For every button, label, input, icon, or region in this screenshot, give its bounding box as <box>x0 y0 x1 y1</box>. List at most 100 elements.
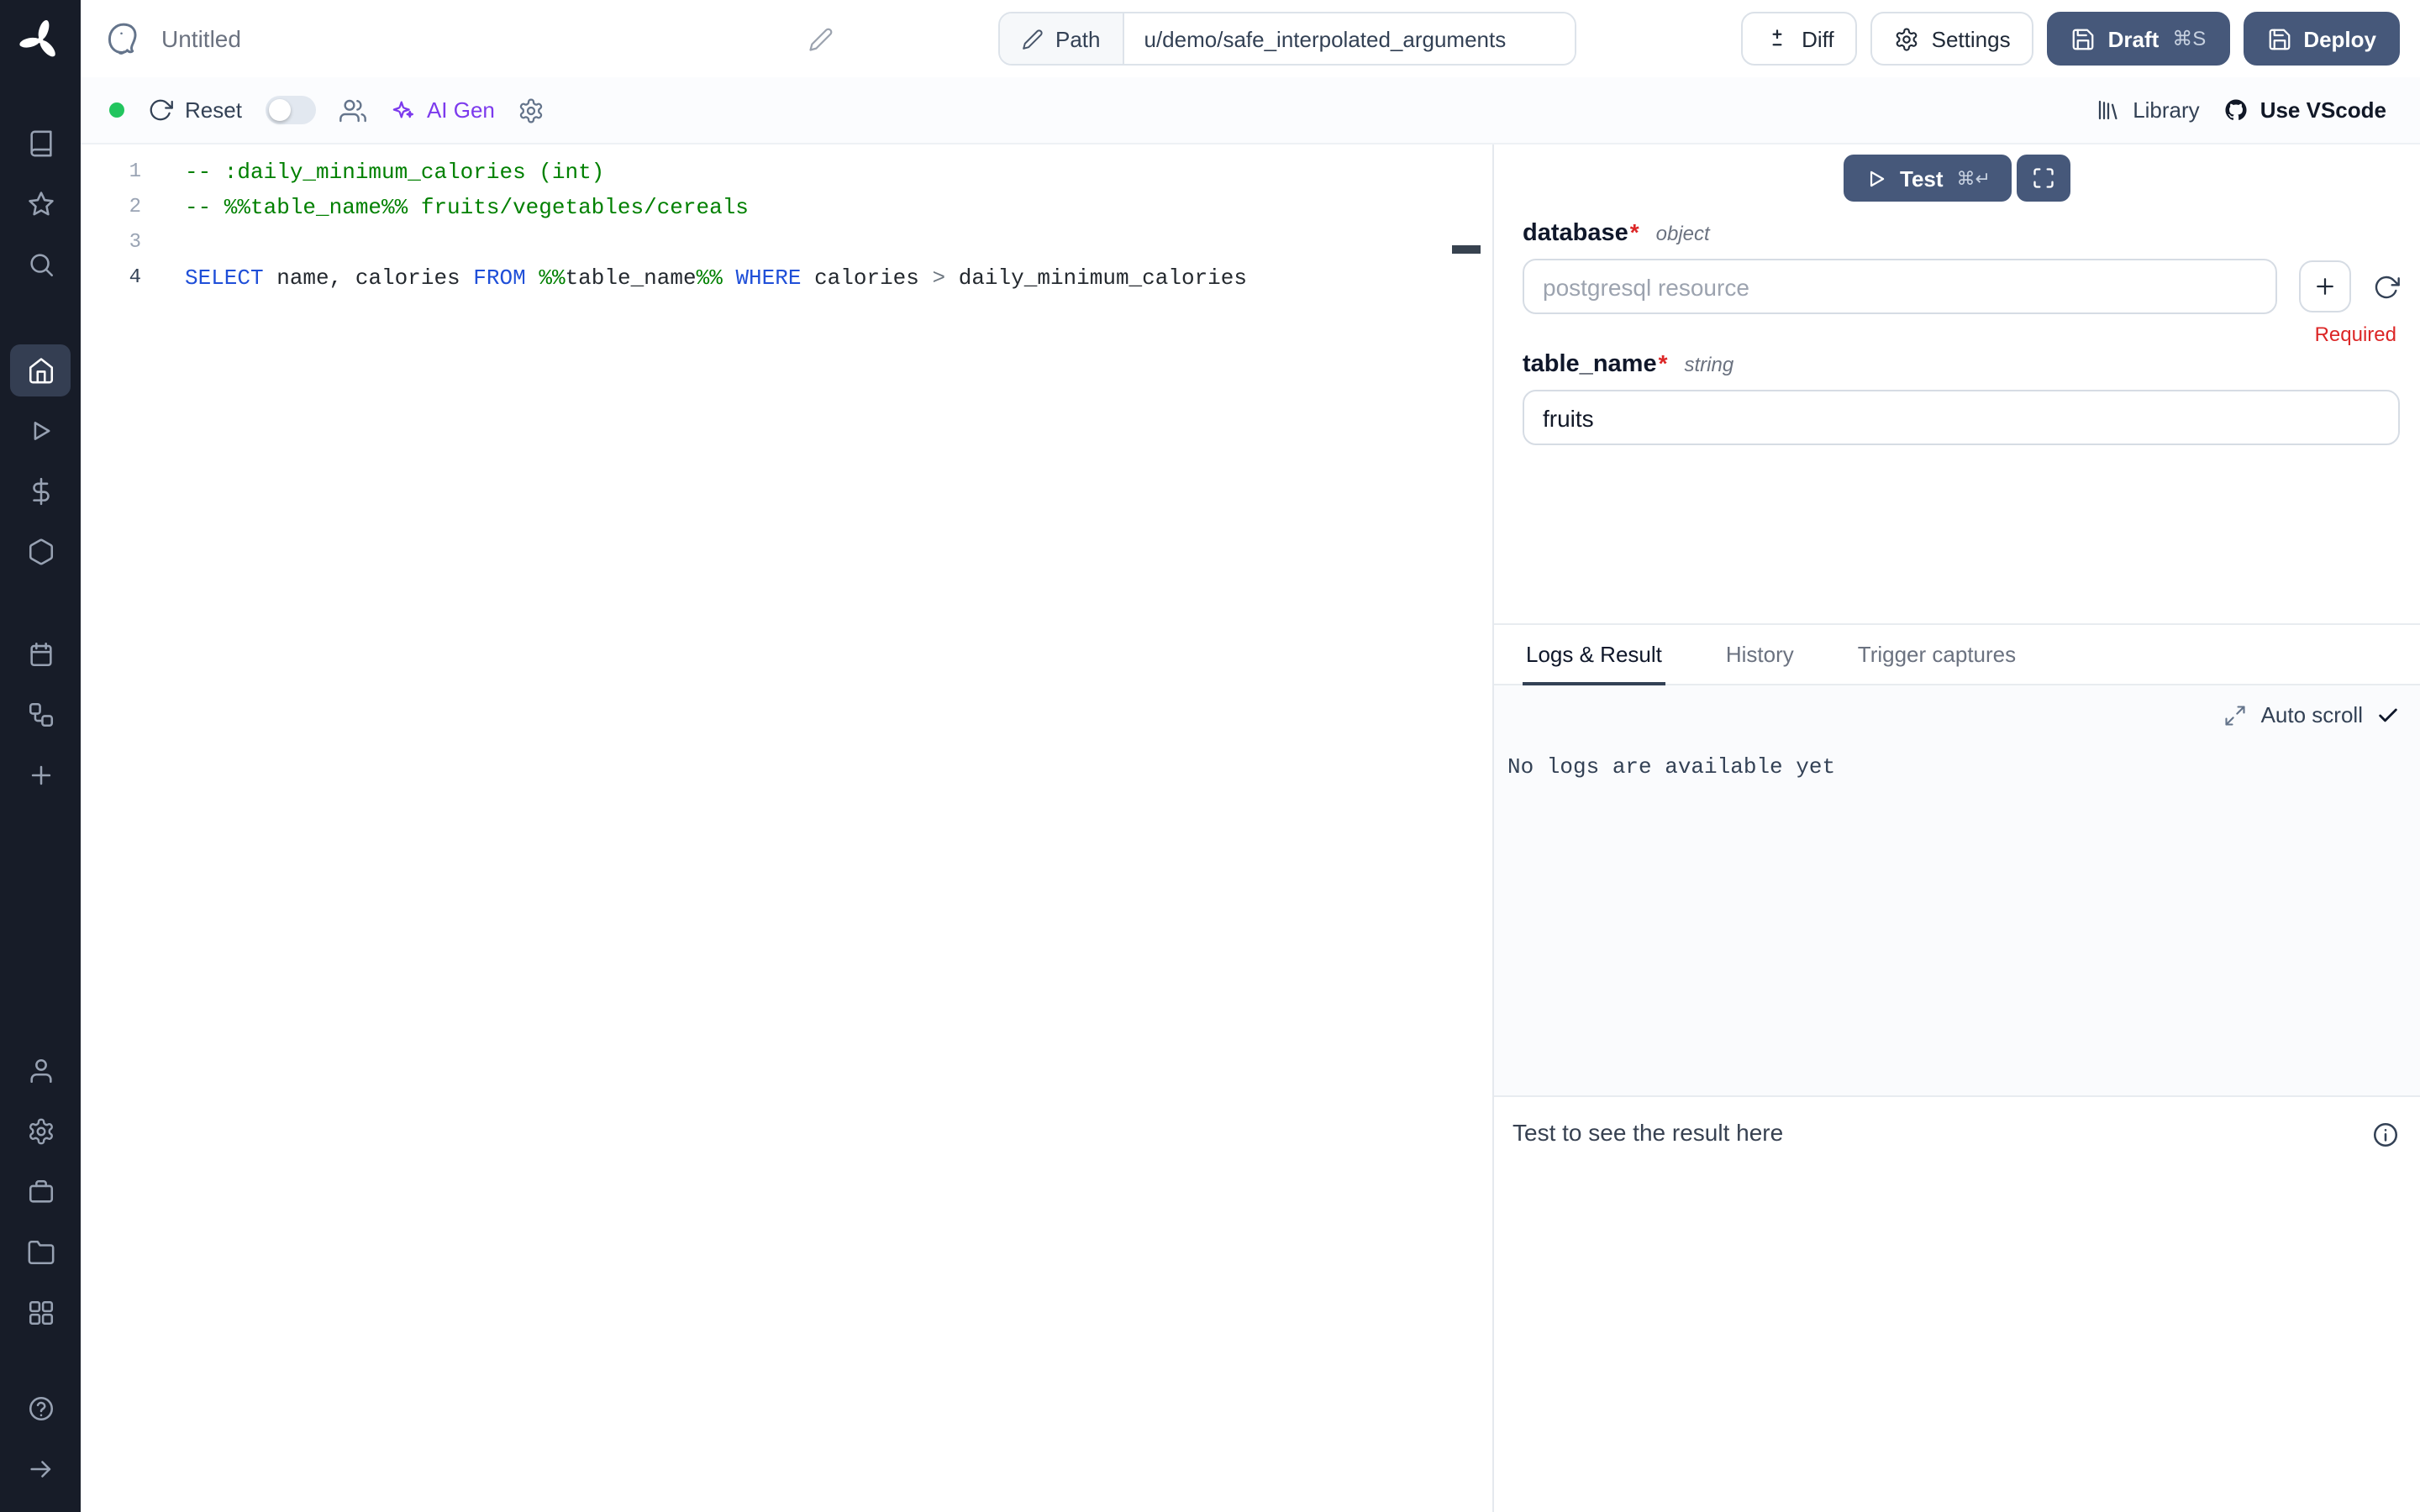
panel-tabs: Logs & Result History Trigger captures <box>1494 623 2420 685</box>
sidebar-item-create[interactable] <box>10 749 71 801</box>
sidebar-item-help[interactable] <box>10 1383 71 1435</box>
diff-label: Diff <box>1802 26 1834 51</box>
required-asterisk: * <box>1659 349 1668 376</box>
reset-button[interactable]: Reset <box>148 97 242 123</box>
sidebar-item-folders[interactable] <box>10 1226 71 1278</box>
line-number: 3 <box>81 225 141 260</box>
line-number-active: 4 <box>81 260 141 296</box>
use-vscode-label: Use VScode <box>2260 97 2386 123</box>
draft-shortcut: ⌘S <box>2172 27 2206 50</box>
table-name-input[interactable] <box>1523 390 2400 445</box>
logs-pane: Auto scroll No logs are available yet <box>1494 685 2420 1097</box>
tab-history[interactable]: History <box>1723 625 1797 685</box>
sparkles-icon <box>390 97 415 123</box>
path-value[interactable]: u/demo/safe_interpolated_arguments <box>1124 13 1575 64</box>
tab-trigger-captures[interactable]: Trigger captures <box>1854 625 2019 685</box>
book-icon <box>26 129 55 158</box>
help-icon <box>26 1394 55 1423</box>
play-icon <box>26 417 55 445</box>
refresh-resources-button[interactable] <box>2373 273 2400 300</box>
dollar-icon <box>26 477 55 506</box>
test-button[interactable]: Test ⌘↵ <box>1843 155 2012 202</box>
autoscroll-checkbox[interactable] <box>2376 703 2400 727</box>
collaborators-button[interactable] <box>339 97 366 123</box>
diff-button[interactable]: Diff <box>1741 12 1858 66</box>
save-icon <box>2266 26 2291 51</box>
play-icon <box>1865 167 1886 189</box>
github-icon <box>2223 97 2249 123</box>
field-name: database <box>1523 220 1628 247</box>
code-editor[interactable]: 1 -- :daily_minimum_calories (int) 2 -- … <box>81 144 1467 1512</box>
windmill-logo[interactable] <box>0 0 81 81</box>
script-title: Untitled <box>161 25 241 52</box>
test-expand-button[interactable] <box>2018 155 2071 202</box>
sidebar-group-footer <box>10 1383 71 1495</box>
logs-expand-button[interactable] <box>2224 703 2248 727</box>
gear-icon <box>518 97 545 123</box>
scan-expand-icon <box>2033 166 2056 190</box>
database-input[interactable] <box>1523 259 2277 314</box>
sidebar-item-favorites[interactable] <box>10 178 71 230</box>
calendar-icon <box>26 640 55 669</box>
info-icon[interactable] <box>2371 1121 2400 1149</box>
test-panel: Test ⌘↵ database * object <box>1492 144 2420 1512</box>
add-resource-button[interactable] <box>2299 260 2351 312</box>
sidebar-item-flows[interactable] <box>10 689 71 741</box>
test-label: Test <box>1900 165 1944 191</box>
sidebar-item-workers[interactable] <box>10 1166 71 1218</box>
required-asterisk: * <box>1630 218 1639 245</box>
deploy-button[interactable]: Deploy <box>2243 12 2400 66</box>
panel-resize-handle[interactable] <box>1467 144 1492 1512</box>
settings-button[interactable]: Settings <box>1871 12 2034 66</box>
autoscroll-row: Auto scroll <box>1494 685 2420 727</box>
sidebar-group-bottom <box>10 1045 71 1339</box>
script-settings-button[interactable] <box>518 97 545 123</box>
gear-icon <box>26 1117 55 1146</box>
script-title-field[interactable]: Untitled <box>161 25 834 52</box>
draft-button[interactable]: Draft ⌘S <box>2048 12 2230 66</box>
sidebar-item-user[interactable] <box>10 1045 71 1097</box>
sidebar-item-apps[interactable] <box>10 1287 71 1339</box>
main-area: Untitled Path u/demo/safe_interpolated_a… <box>81 0 2420 1512</box>
sidebar-item-runs[interactable] <box>10 405 71 457</box>
topbar-actions: Diff Settings Draft ⌘S Deploy <box>1741 12 2400 66</box>
sidebar-item-variables[interactable] <box>10 465 71 517</box>
code-line-2: 2 -- %%table_name%% fruits/vegetables/ce… <box>81 190 1467 225</box>
sidebar-item-search[interactable] <box>10 239 71 291</box>
sidebar-item-schedules[interactable] <box>10 628 71 680</box>
grid-icon <box>26 1299 55 1327</box>
table-name-field-label: table_name * string <box>1523 349 2400 378</box>
user-icon <box>26 1057 55 1085</box>
draft-label: Draft <box>2108 26 2160 51</box>
sidebar-item-home[interactable] <box>10 344 71 396</box>
collab-toggle[interactable] <box>266 96 316 124</box>
home-icon <box>26 356 55 385</box>
arguments-form: database * object Required <box>1494 202 2420 445</box>
sidebar-collapse-button[interactable] <box>10 1443 71 1495</box>
sidebar-item-resources[interactable] <box>10 526 71 578</box>
save-icon <box>2071 26 2096 51</box>
tab-logs-result[interactable]: Logs & Result <box>1523 625 1665 685</box>
use-vscode-button[interactable]: Use VScode <box>2223 97 2386 123</box>
windmill-logo-icon <box>18 18 62 62</box>
topbar: Untitled Path u/demo/safe_interpolated_a… <box>81 0 2420 77</box>
logs-empty-message: No logs are available yet <box>1494 727 2420 780</box>
required-message: Required <box>1523 323 2400 346</box>
code-text: -- %%table_name%% fruits/vegetables/cere… <box>141 190 749 225</box>
sidebar-group-main <box>10 344 71 578</box>
library-button[interactable]: Library <box>2096 97 2200 123</box>
ai-gen-button[interactable]: AI Gen <box>390 97 495 123</box>
database-input-row <box>1523 259 2400 314</box>
reset-label: Reset <box>185 97 242 123</box>
sidebar-item-settings[interactable] <box>10 1105 71 1158</box>
star-icon <box>26 190 55 218</box>
folder-icon <box>26 1238 55 1267</box>
sidebar-item-docs[interactable] <box>10 118 71 170</box>
gear-icon <box>1895 26 1920 51</box>
sidebar-group-top <box>10 118 71 291</box>
content: 1 -- :daily_minimum_calories (int) 2 -- … <box>81 144 2420 1512</box>
path-button[interactable]: Path <box>1000 13 1124 64</box>
sidebar <box>0 0 81 1512</box>
pencil-icon <box>808 26 834 51</box>
check-icon <box>2376 703 2400 727</box>
